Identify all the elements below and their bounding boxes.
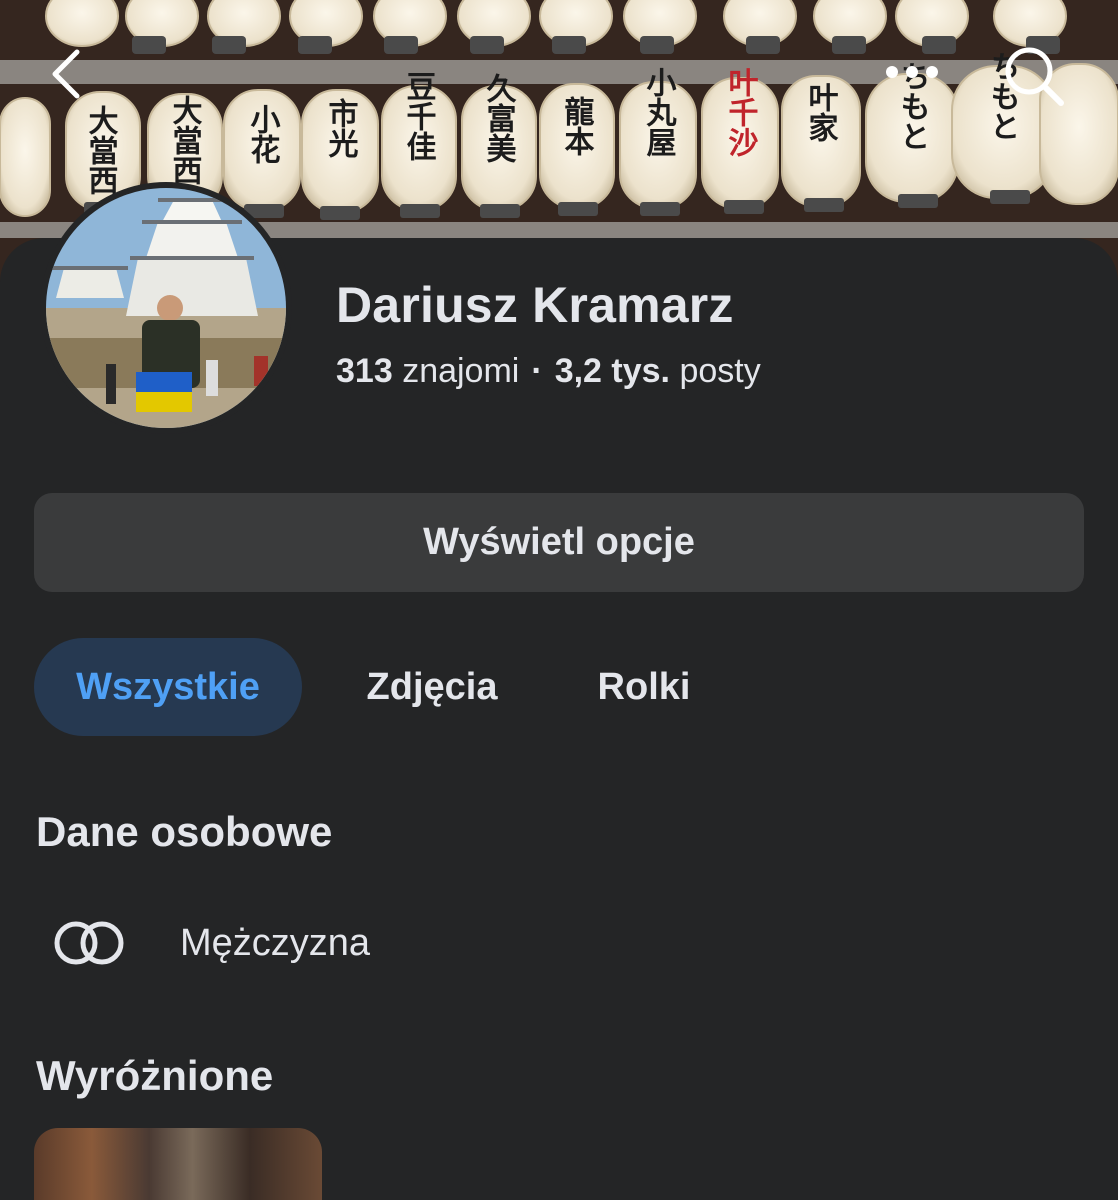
gender-value: Mężczyzna (180, 921, 371, 964)
lantern-text-4: 市光 (323, 97, 359, 158)
lantern-text-8: 小丸屋 (641, 67, 678, 157)
posts-count: 3,2 tys. (554, 352, 670, 390)
posts-label: posty (679, 352, 761, 390)
friends-label[interactable]: znajomi (402, 352, 519, 390)
lantern-text-5: 豆千佳 (401, 71, 437, 161)
avatar-illustration (46, 188, 286, 428)
friends-count[interactable]: 313 (336, 352, 393, 390)
search-icon (1005, 47, 1064, 106)
lantern-text-6: 久富美 (481, 73, 517, 163)
back-button[interactable] (36, 42, 96, 106)
tab-photos[interactable]: Zdjęcia (340, 638, 524, 736)
gender-row: Mężczyzna (52, 910, 370, 976)
tab-reels[interactable]: Rolki (572, 638, 716, 736)
more-options-button[interactable] (876, 48, 948, 96)
search-button[interactable] (996, 40, 1072, 112)
lantern-text-3: 小花 (245, 104, 281, 164)
profile-name: Dariusz Kramarz (336, 277, 734, 333)
intersecting-rings-icon (54, 921, 124, 965)
profile-stats: 313 znajomi · 3,2 tys. posty (336, 352, 761, 391)
personal-data-title: Dane osobowe (36, 808, 333, 855)
featured-title: Wyróżnione (36, 1052, 274, 1099)
featured-item[interactable] (34, 1128, 322, 1200)
profile-screen: 大當西 大當西 小花 市光 豆千佳 久富美 龍本 小丸屋 叶千沙 叶家 ちもと … (0, 0, 1118, 1200)
lantern-text-7: 龍本 (559, 95, 595, 156)
lantern-text-2: 大當西 (167, 95, 203, 185)
lantern-text-9: 叶千沙 (723, 67, 759, 157)
chevron-left-icon (52, 49, 80, 99)
tab-all[interactable]: Wszystkie (34, 638, 302, 736)
avatar-photo (46, 188, 286, 428)
avatar[interactable] (40, 182, 292, 434)
lantern-text-10: 叶家 (803, 82, 839, 142)
lantern-text-1: 大當西 (83, 105, 119, 195)
stats-separator: · (531, 352, 543, 390)
view-options-button[interactable]: Wyświetl opcje (34, 493, 1084, 592)
more-dots-icon (886, 66, 938, 78)
